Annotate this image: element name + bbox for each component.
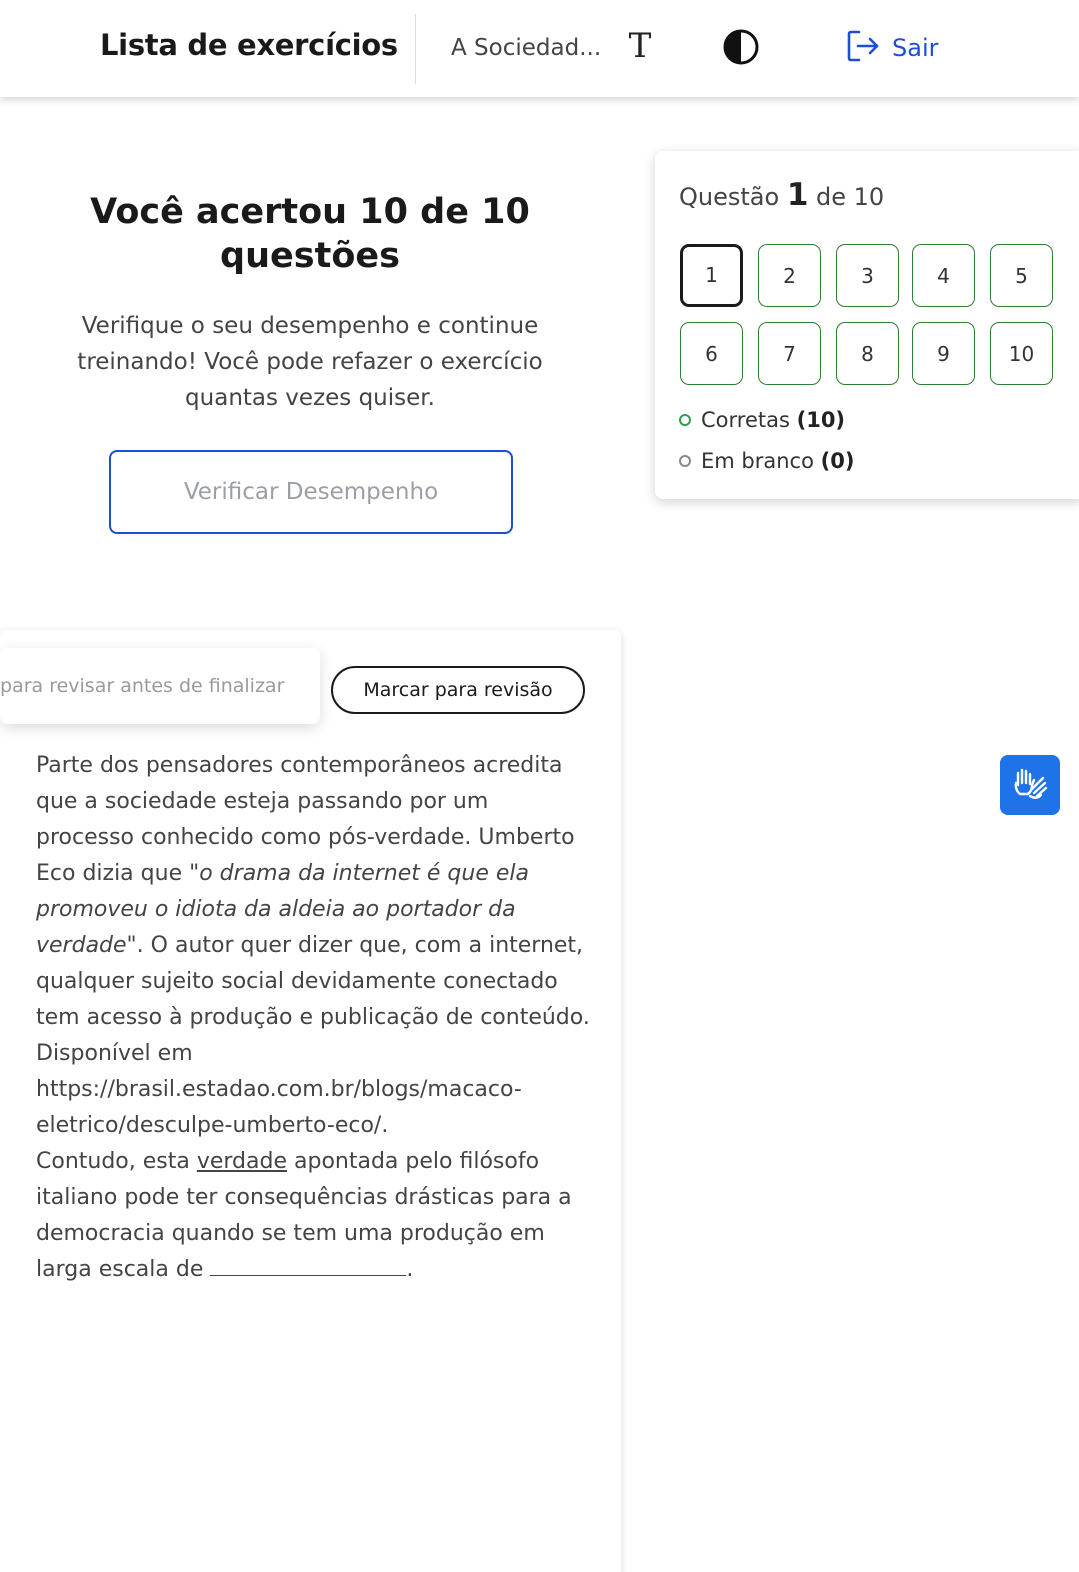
question-statement: Parte dos pensadores contemporâneos acre… — [36, 748, 592, 1288]
question-button-2[interactable]: 2 — [758, 244, 821, 307]
navigator-heading-suffix: de 10 — [816, 183, 885, 211]
current-question-number: 1 — [786, 177, 809, 213]
page-title: Lista de exercícios — [100, 28, 398, 62]
page: Lista de exercícios A Sociedad... T Sair… — [0, 0, 1079, 1572]
legend-correct: Corretas (10) — [679, 407, 845, 433]
question-button-3[interactable]: 3 — [836, 244, 899, 307]
logout-label: Sair — [892, 34, 939, 62]
mark-for-review-button[interactable]: Marcar para revisão — [331, 666, 585, 714]
answer-blank — [210, 1254, 407, 1276]
statement-end: . — [406, 1257, 414, 1282]
source-citation: Disponível em https://brasil.estadao.com… — [36, 1041, 522, 1138]
statement-text-2a: Contudo, esta — [36, 1149, 197, 1174]
correct-dot-icon — [679, 414, 691, 426]
question-button-10[interactable]: 10 — [990, 322, 1053, 385]
logout-button[interactable]: Sair — [846, 30, 938, 66]
question-button-1[interactable]: 1 — [680, 244, 743, 307]
navigator-heading-prefix: Questão — [679, 183, 780, 211]
legend-blank-label: Em branco — [701, 449, 814, 473]
question-card: para revisar antes de finalizar Marcar p… — [0, 630, 621, 1572]
statement-paragraph-2: Contudo, esta verdade apontada pelo filó… — [36, 1144, 592, 1288]
review-tooltip: para revisar antes de finalizar — [0, 648, 320, 724]
legend-blank-count: (0) — [820, 449, 855, 473]
text-size-icon[interactable]: T — [622, 26, 658, 66]
contrast-icon[interactable] — [722, 28, 760, 66]
sign-language-hands-icon — [1010, 763, 1050, 807]
result-description: Verifique o seu desempenho e continue tr… — [77, 313, 543, 411]
navigator-heading: Questão 1 de 10 — [679, 177, 884, 213]
underlined-word: verdade — [196, 1149, 288, 1174]
question-button-7[interactable]: 7 — [758, 322, 821, 385]
question-button-6[interactable]: 6 — [680, 322, 743, 385]
result-title: Você acertou 10 de 10 questões — [90, 192, 530, 276]
header-divider — [415, 14, 416, 84]
question-button-4[interactable]: 4 — [912, 244, 975, 307]
verify-performance-button[interactable]: Verificar Desempenho — [109, 450, 513, 534]
blank-dot-icon — [679, 455, 691, 467]
question-navigator: Questão 1 de 10 1 2 3 4 5 6 7 8 9 10 Cor… — [655, 151, 1079, 499]
accessibility-widget-button[interactable] — [1000, 755, 1060, 815]
legend-correct-label: Corretas — [701, 408, 790, 432]
legend-correct-count: (10) — [796, 408, 846, 432]
question-button-9[interactable]: 9 — [912, 322, 975, 385]
logout-icon — [846, 29, 882, 67]
header: Lista de exercícios A Sociedad... T Sair — [0, 0, 1079, 97]
exercise-name: A Sociedad... — [451, 35, 602, 61]
legend-blank: Em branco (0) — [679, 448, 854, 474]
question-button-5[interactable]: 5 — [990, 244, 1053, 307]
question-button-8[interactable]: 8 — [836, 322, 899, 385]
statement-paragraph-1: Parte dos pensadores contemporâneos acre… — [36, 748, 592, 1036]
